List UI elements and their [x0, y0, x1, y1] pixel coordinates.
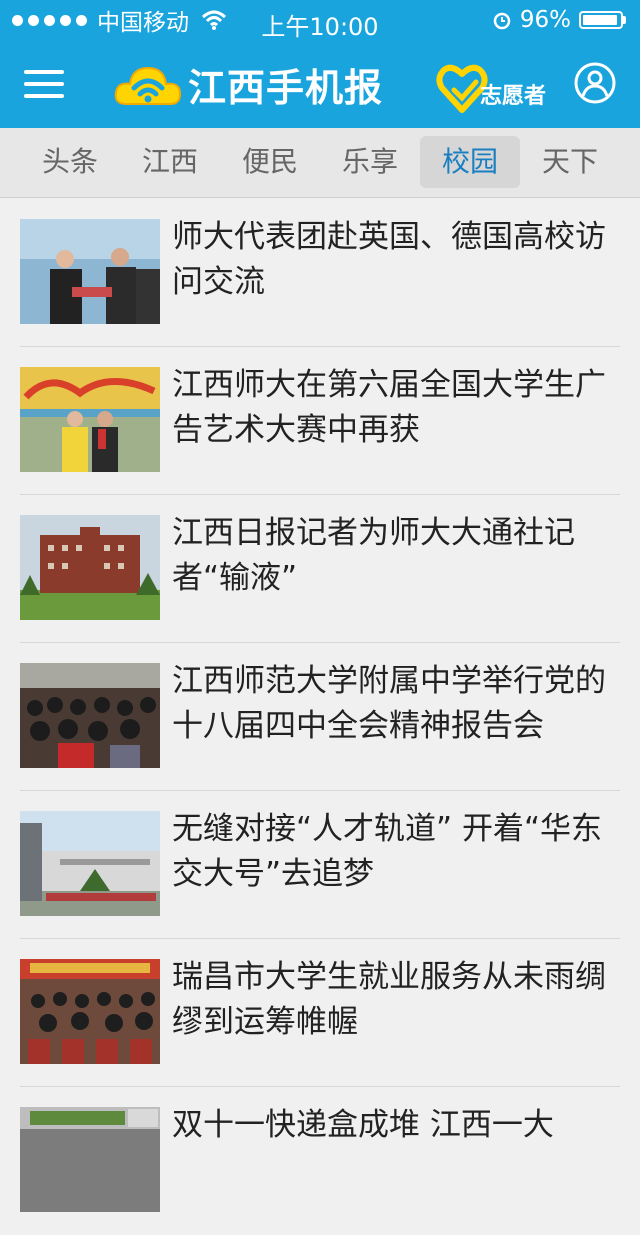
volunteer-label: 志愿者: [480, 84, 547, 109]
alarm-icon: [493, 12, 511, 30]
article-title: 江西日报记者为师大大通社记者“输液”: [172, 515, 575, 596]
status-bar: 中国移动 上午10:00 96%: [0, 0, 640, 41]
list-item[interactable]: 师大代表团赴英国、德国高校访问交流: [0, 199, 640, 347]
article-thumbnail: [20, 515, 160, 620]
battery-percent: 96%: [519, 7, 571, 33]
battery-icon: [579, 11, 623, 29]
user-icon[interactable]: [574, 62, 616, 104]
article-list: 师大代表团赴英国、德国高校访问交流 江西师大在第六届全国大学生广告艺术大赛中再获: [0, 199, 640, 1235]
tab-headlines[interactable]: 头条: [20, 136, 120, 188]
tab-convenience[interactable]: 便民: [220, 136, 320, 188]
tab-world[interactable]: 天下: [520, 136, 620, 188]
article-thumbnail: [20, 367, 160, 472]
list-item[interactable]: 瑞昌市大学生就业服务从未雨绸缪到运筹帷幄: [0, 939, 640, 1087]
logo-title: 江西手机报: [188, 65, 384, 110]
status-right: 96%: [492, 0, 626, 40]
list-item[interactable]: 江西师大在第六届全国大学生广告艺术大赛中再获: [0, 347, 640, 495]
article-thumbnail: [20, 219, 160, 324]
app-logo: 江西手机报: [112, 54, 383, 114]
volunteer-button[interactable]: 志愿者: [436, 58, 546, 114]
article-title: 江西师大在第六届全国大学生广告艺术大赛中再获: [172, 367, 606, 448]
article-title: 师大代表团赴英国、德国高校访问交流: [172, 219, 606, 300]
article-thumbnail: [20, 663, 160, 768]
article-title: 瑞昌市大学生就业服务从未雨绸缪到运筹帷幄: [172, 959, 606, 1040]
list-item[interactable]: 无缝对接“人才轨道” 开着“华东交大号”去追梦: [0, 791, 640, 939]
menu-icon[interactable]: [24, 68, 64, 100]
list-item[interactable]: 江西师范大学附属中学举行党的十八届四中全会精神报告会: [0, 643, 640, 791]
article-thumbnail: [20, 1107, 160, 1212]
article-title: 江西师范大学附属中学举行党的十八届四中全会精神报告会: [172, 663, 606, 744]
article-title: 无缝对接“人才轨道” 开着“华东交大号”去追梦: [172, 811, 603, 892]
article-title: 双十一快递盒成堆 江西一大: [172, 1107, 554, 1143]
article-thumbnail: [20, 811, 160, 916]
article-thumbnail: [20, 959, 160, 1064]
cloud-wifi-logo-icon: [114, 66, 182, 105]
tab-campus[interactable]: 校园: [420, 136, 520, 188]
tab-jiangxi[interactable]: 江西: [120, 136, 220, 188]
list-item[interactable]: 江西日报记者为师大大通社记者“输液”: [0, 495, 640, 643]
list-item[interactable]: 双十一快递盒成堆 江西一大: [0, 1087, 640, 1235]
top-navbar: 江西手机报 志愿者: [0, 40, 640, 128]
category-tabs: 头条 江西 便民 乐享 校园 天下: [0, 128, 640, 198]
tab-leisure[interactable]: 乐享: [320, 136, 420, 188]
